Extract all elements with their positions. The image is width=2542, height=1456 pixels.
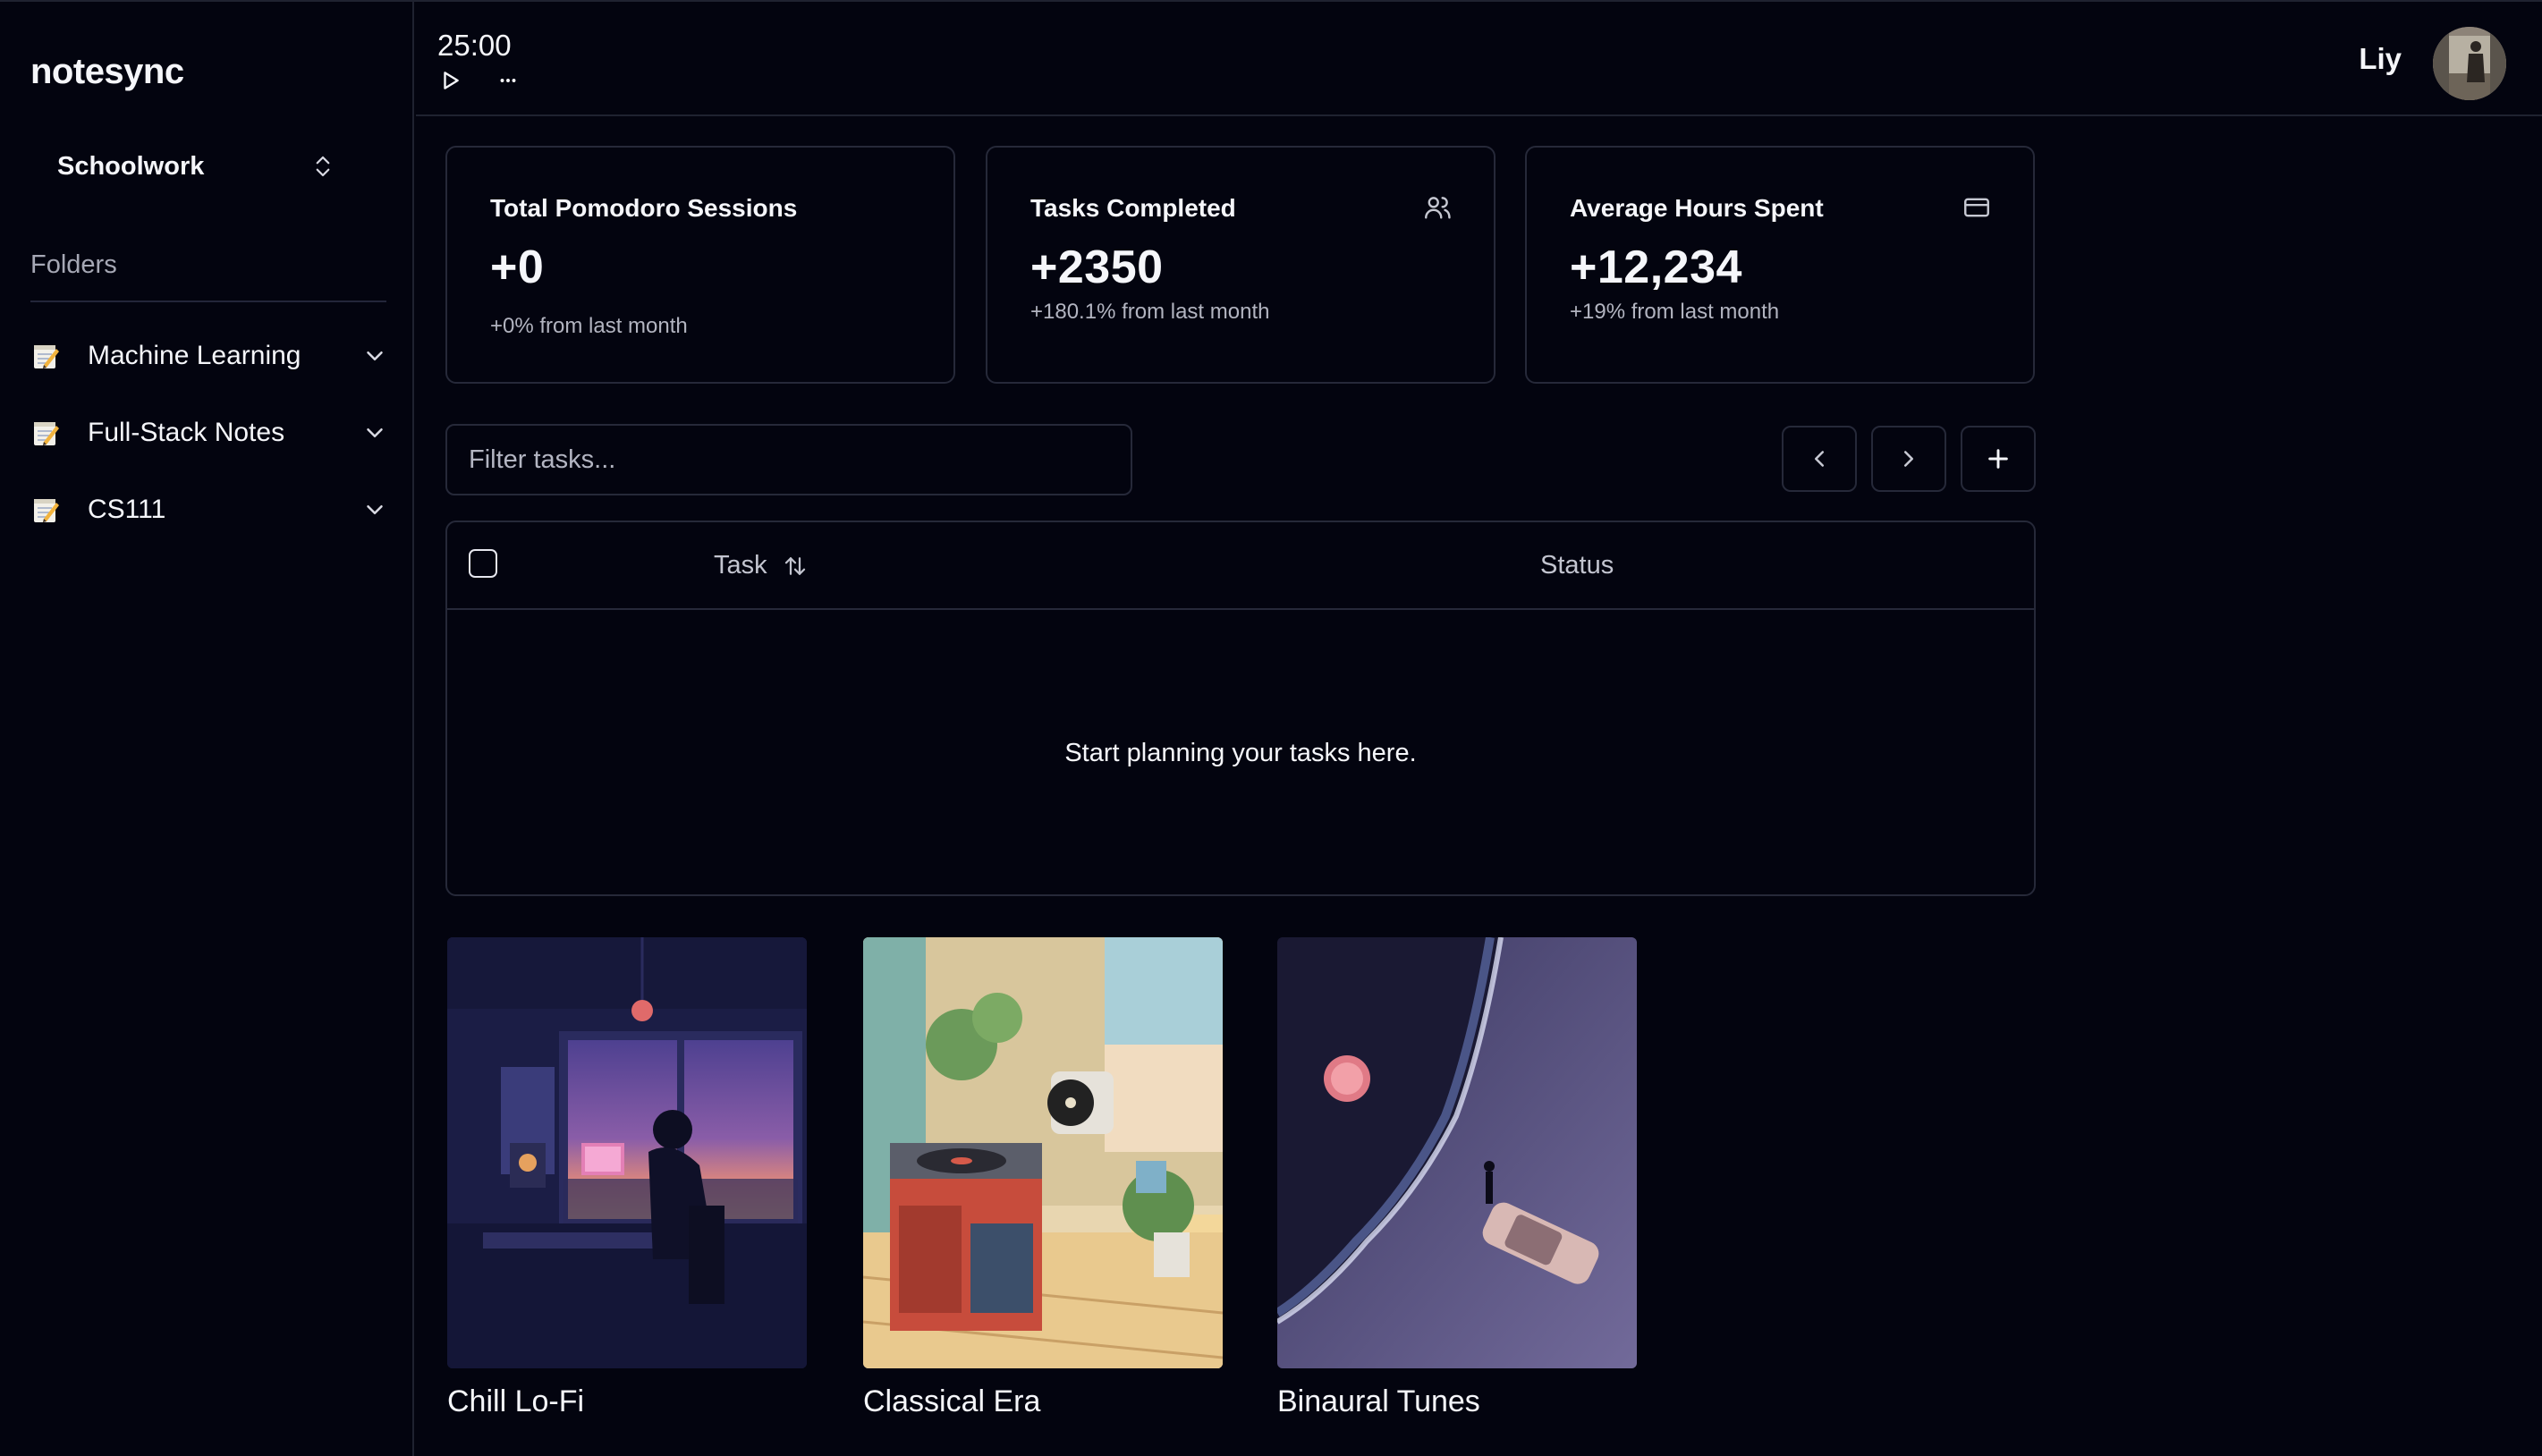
folders-divider [30,301,386,302]
playlist-title: Chill Lo-Fi [447,1384,585,1418]
app-logo: notesync [30,52,184,91]
empty-state-message: Start planning your tasks here. [1064,739,1417,767]
chevron-down-icon[interactable] [361,496,388,523]
sidebar: notesync Schoolwork Folders Machine Lear… [0,0,414,1456]
chevron-right-icon [1904,451,1913,467]
sidebar-folder-machine-learning[interactable]: Machine Learning [30,331,388,381]
playlist-cover-classical [863,937,1223,1368]
folder-label: Full-Stack Notes [88,418,285,447]
playlist-cover-binaural [1277,937,1637,1368]
stat-subtext: +19% from last month [1570,300,1780,324]
avatar[interactable] [2433,27,2506,100]
next-page-button[interactable] [1871,426,1946,492]
playlist-title: Classical Era [863,1384,1041,1418]
folder-label: Machine Learning [88,341,301,370]
sidebar-folder-cs111[interactable]: CS111 [30,485,388,535]
stat-subtext: +180.1% from last month [1030,300,1270,324]
add-task-button[interactable] [1961,426,2036,492]
sort-arrows-icon [784,556,805,575]
stat-value: +12,234 [1570,241,1742,293]
stat-subtext: +0% from last month [490,314,688,338]
sidebar-folder-full-stack-notes[interactable]: Full-Stack Notes [30,408,388,458]
playlist-title: Binaural Tunes [1277,1384,1480,1418]
playlist-card-chill-lofi[interactable]: Chill Lo-Fi [447,937,807,1419]
playlist-card-classical-era[interactable]: Classical Era [863,937,1223,1419]
select-all-checkbox[interactable] [469,549,497,578]
chevron-down-icon[interactable] [361,343,388,369]
filter-tasks-input[interactable] [445,424,1132,495]
chevrons-up-down-icon [316,156,330,177]
task-column-header[interactable]: Task [714,551,809,580]
credit-card-icon [1964,198,1989,217]
pomodoro-timer: 25:00 [437,29,512,62]
users-icon [1425,197,1451,219]
folder-label: CS111 [88,495,166,524]
stat-title: Tasks Completed [1030,194,1236,222]
folders-heading: Folders [30,250,117,279]
stat-title: Total Pomodoro Sessions [490,194,798,222]
workspace-switcher[interactable]: Schoolwork [30,143,363,190]
stat-value: +0 [490,241,545,293]
memo-icon [30,418,61,448]
stat-value: +2350 [1030,241,1164,293]
task-column-label: Task [714,551,767,580]
stat-title: Average Hours Spent [1570,194,1824,222]
playlist-card-binaural-tunes[interactable]: Binaural Tunes [1277,937,1637,1419]
chevron-down-icon[interactable] [361,419,388,446]
stat-card-average-hours: Average Hours Spent +12,234 +19% from la… [1525,146,2035,384]
stat-card-tasks-completed: Tasks Completed +2350 +180.1% from last … [986,146,1496,384]
memo-icon [30,341,61,371]
plus-icon [1988,449,2008,469]
previous-page-button[interactable] [1782,426,1857,492]
status-column-header: Status [1540,551,1614,580]
user-name: Liy [2359,42,2402,75]
playlist-cover-lofi [447,937,807,1368]
table-header: Task Status [447,522,2034,610]
task-table: Task Status Start planning your tasks he… [445,521,2036,896]
memo-icon [30,495,61,525]
stat-card-pomodoro: Total Pomodoro Sessions +0 +0% from last… [445,146,955,384]
workspace-name: Schoolwork [57,151,205,181]
chevron-left-icon [1815,451,1824,467]
play-icon[interactable] [439,68,462,93]
top-bar: 25:00 Liy [416,2,2542,116]
more-horizontal-icon[interactable] [496,68,520,93]
